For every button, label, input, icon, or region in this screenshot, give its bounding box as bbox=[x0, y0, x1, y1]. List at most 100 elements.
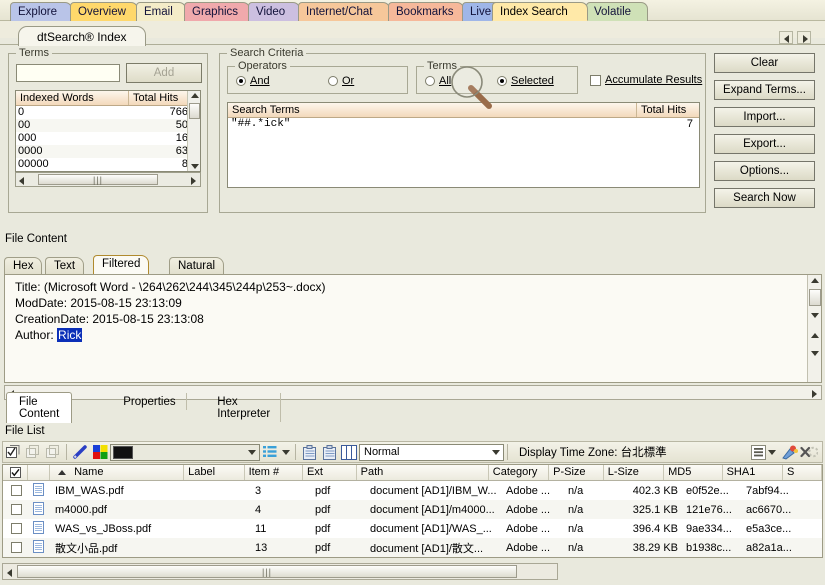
radio-terms-all[interactable]: All bbox=[425, 75, 451, 87]
column-settings-icon[interactable] bbox=[340, 444, 358, 461]
row-checkbox[interactable] bbox=[10, 504, 22, 515]
column-sha1[interactable]: SHA1 bbox=[723, 465, 783, 480]
hscroll-right-icon[interactable] bbox=[812, 390, 817, 398]
indexed-word-row[interactable]: 0000 63 bbox=[16, 145, 200, 158]
tab-file-content[interactable]: File Content bbox=[6, 392, 73, 423]
chevron-down-icon[interactable] bbox=[245, 445, 259, 460]
column-md5[interactable]: MD5 bbox=[664, 465, 723, 480]
clear-filter-icon[interactable] bbox=[800, 444, 818, 461]
column-select-all[interactable] bbox=[3, 465, 29, 480]
column-p-size[interactable]: P-Size bbox=[549, 465, 604, 480]
column-item-number[interactable]: Item # bbox=[245, 465, 304, 480]
column-ext[interactable]: Ext bbox=[303, 465, 357, 480]
add-term-button[interactable]: Add bbox=[126, 63, 202, 83]
scroll-up-icon[interactable] bbox=[811, 278, 819, 283]
indexed-words-hscrollbar[interactable]: ||| bbox=[15, 172, 201, 187]
table-row[interactable]: 散文小品.pdf 13 pdf document [AD1]/散文... Adobe .… bbox=[3, 538, 822, 557]
tab-filtered[interactable]: Filtered bbox=[93, 255, 150, 274]
hscroll-left-icon[interactable] bbox=[7, 569, 12, 577]
radio-terms-selected[interactable]: Selected bbox=[497, 75, 554, 87]
import-clipboard-icon[interactable] bbox=[320, 444, 338, 461]
tab-overview[interactable]: Overview bbox=[70, 2, 138, 21]
table-row[interactable]: WAS_vs_JBoss.pdf 11 pdf document [AD1]/WAS_… bbox=[3, 519, 822, 538]
file-content-vscrollbar[interactable] bbox=[807, 275, 821, 382]
clear-button[interactable]: Clear bbox=[714, 53, 815, 73]
highlighter-pen-icon[interactable] bbox=[71, 444, 89, 461]
column-extra[interactable]: S bbox=[783, 465, 822, 480]
tab-volatile[interactable]: Volatile bbox=[586, 2, 648, 21]
hscroll-left-icon[interactable] bbox=[19, 177, 24, 185]
tab-text[interactable]: Text bbox=[45, 257, 85, 274]
nav-next-button[interactable] bbox=[797, 31, 811, 44]
chevron-down-icon[interactable] bbox=[281, 449, 290, 455]
tab-bookmarks[interactable]: Bookmarks bbox=[388, 2, 464, 21]
tab-index-search[interactable]: Index Search bbox=[492, 2, 588, 21]
export-clipboard-icon[interactable] bbox=[300, 444, 318, 461]
column-search-terms[interactable]: Search Terms bbox=[228, 103, 637, 117]
apply-filter-icon[interactable] bbox=[780, 444, 798, 461]
page-down-icon[interactable] bbox=[811, 351, 819, 356]
radio-operator-or[interactable]: Or bbox=[328, 75, 354, 87]
chevron-down-icon[interactable] bbox=[767, 449, 776, 455]
indexed-words-list[interactable]: Indexed Words Total Hits 0 766 00 50 000 16 00… bbox=[15, 90, 201, 172]
tab-internet-chat[interactable]: Internet/Chat bbox=[298, 2, 390, 21]
scroll-down-icon[interactable] bbox=[811, 313, 819, 318]
tab-email[interactable]: Email bbox=[136, 2, 186, 21]
indexed-word-row[interactable]: 00000 8 bbox=[16, 158, 200, 171]
column-l-size[interactable]: L-Size bbox=[604, 465, 665, 480]
tab-hex-interpreter[interactable]: Hex Interpreter bbox=[207, 393, 282, 422]
tab-explore[interactable]: Explore bbox=[10, 2, 72, 21]
tab-video[interactable]: Video bbox=[248, 2, 300, 21]
indexed-word-row[interactable]: 000 16 bbox=[16, 132, 200, 145]
indexed-words-vscrollbar[interactable] bbox=[187, 91, 200, 171]
color-select[interactable] bbox=[110, 443, 260, 461]
check-all-icon[interactable] bbox=[4, 444, 22, 461]
scroll-down-icon[interactable] bbox=[191, 164, 199, 169]
options-button[interactable]: Options... bbox=[714, 161, 815, 181]
search-now-button[interactable]: Search Now bbox=[714, 188, 815, 208]
search-term-row[interactable]: "##.*ick" 7 bbox=[228, 118, 699, 132]
row-checkbox[interactable] bbox=[10, 542, 22, 553]
hscroll-thumb[interactable]: ||| bbox=[17, 565, 517, 578]
scroll-thumb[interactable] bbox=[189, 103, 200, 119]
view-mode-select[interactable]: Normal bbox=[359, 443, 504, 461]
column-category[interactable]: Category bbox=[489, 465, 550, 480]
list-view-button[interactable] bbox=[748, 444, 778, 461]
terms-input[interactable] bbox=[16, 64, 120, 82]
radio-operator-and[interactable]: And bbox=[236, 75, 270, 87]
expand-terms-button[interactable]: Expand Terms... bbox=[714, 80, 815, 100]
column-total-hits[interactable]: Total Hits bbox=[129, 91, 186, 105]
file-content-body[interactable]: Title: (Microsoft Word - \264\262\244\34… bbox=[4, 274, 822, 383]
export-button[interactable]: Export... bbox=[714, 134, 815, 154]
table-row[interactable]: m4000.pdf 4 pdf document [AD1]/m4000... Adob… bbox=[3, 500, 822, 519]
column-label[interactable]: Label bbox=[184, 465, 245, 480]
tab-graphics[interactable]: Graphics bbox=[184, 2, 250, 21]
column-path[interactable]: Path bbox=[357, 465, 489, 480]
column-indexed-words[interactable]: Indexed Words bbox=[16, 91, 129, 105]
indexed-word-row[interactable]: 0 766 bbox=[16, 106, 200, 119]
indexed-word-row[interactable]: 00 50 bbox=[16, 119, 200, 132]
scroll-up-icon[interactable] bbox=[191, 93, 199, 98]
search-terms-table[interactable]: Search Terms Total Hits "##.*ick" 7 bbox=[227, 102, 700, 188]
tab-properties[interactable]: Properties bbox=[113, 393, 187, 410]
row-checkbox[interactable] bbox=[10, 523, 22, 534]
hscroll-thumb[interactable]: ||| bbox=[38, 174, 158, 185]
column-search-total-hits[interactable]: Total Hits bbox=[637, 103, 699, 117]
import-button[interactable]: Import... bbox=[714, 107, 815, 127]
page-up-icon[interactable] bbox=[811, 333, 819, 338]
sort-list-button[interactable] bbox=[261, 444, 291, 461]
file-list-table[interactable]: Name Label Item # Ext Path Category P-Si… bbox=[2, 464, 823, 558]
table-row[interactable]: IBM_WAS.pdf 3 pdf document [AD1]/IBM_W... Ad… bbox=[3, 481, 822, 500]
row-checkbox[interactable] bbox=[10, 485, 22, 496]
chevron-down-icon[interactable] bbox=[489, 445, 503, 460]
hscroll-right-icon[interactable] bbox=[191, 177, 196, 185]
tab-natural[interactable]: Natural bbox=[169, 257, 225, 274]
column-name[interactable]: Name bbox=[50, 465, 185, 480]
file-list-hscrollbar[interactable]: ||| bbox=[2, 563, 558, 580]
scroll-thumb[interactable] bbox=[809, 289, 821, 306]
checkbox-accumulate-results[interactable]: Accumulate Results bbox=[590, 74, 702, 86]
tab-dtsearch-index[interactable]: dtSearch® Index bbox=[18, 26, 146, 46]
color-palette-icon[interactable] bbox=[91, 444, 109, 461]
nav-prev-button[interactable] bbox=[779, 31, 793, 44]
tab-hex[interactable]: Hex bbox=[4, 257, 43, 274]
